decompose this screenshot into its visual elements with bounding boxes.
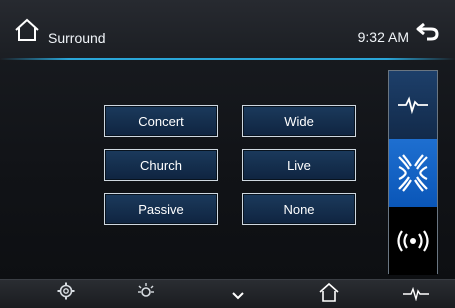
home-icon[interactable] xyxy=(14,18,40,42)
passive-button[interactable]: Passive xyxy=(104,193,218,225)
header-bar: Surround 9:32 AM xyxy=(0,0,455,60)
surround-tab[interactable] xyxy=(389,139,437,207)
equalizer-tab[interactable] xyxy=(389,71,437,140)
header-divider xyxy=(0,58,455,60)
surround-screen: Surround 9:32 AM Concert Wide Church Liv… xyxy=(0,0,455,308)
speaker-signal-icon xyxy=(397,230,429,252)
settings-icon[interactable] xyxy=(57,282,75,300)
surround-icon xyxy=(398,154,428,192)
brightness-icon[interactable] xyxy=(137,282,155,302)
clock: 9:32 AM xyxy=(357,29,409,45)
home-icon[interactable] xyxy=(318,282,340,302)
none-button[interactable]: None xyxy=(242,193,356,225)
back-icon[interactable] xyxy=(415,20,441,42)
chevron-down-icon[interactable] xyxy=(232,292,244,300)
audio-side-tabs xyxy=(388,70,438,275)
church-button[interactable]: Church xyxy=(104,149,218,181)
speaker-tab[interactable] xyxy=(389,207,437,275)
wide-button[interactable]: Wide xyxy=(242,105,356,137)
page-title: Surround xyxy=(48,30,106,46)
concert-button[interactable]: Concert xyxy=(104,105,218,137)
equalizer-icon xyxy=(398,96,428,115)
live-button[interactable]: Live xyxy=(242,149,356,181)
equalizer-icon[interactable] xyxy=(403,287,429,301)
